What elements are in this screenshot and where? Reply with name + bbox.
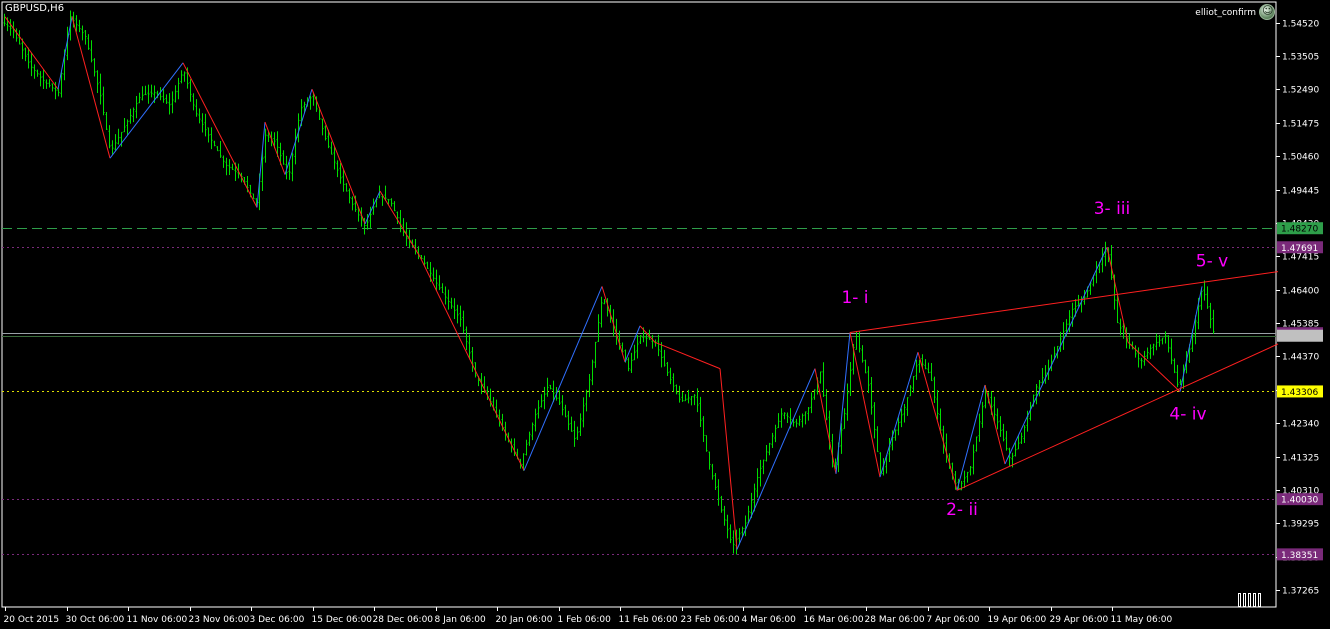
x-axis-tick-label: 4 Mar 06:00 <box>742 615 797 625</box>
zigzag-segment <box>419 256 525 471</box>
zigzag-segment <box>1004 247 1108 465</box>
zigzag-segment <box>364 190 381 225</box>
expert-advisor-smiley-icon[interactable] <box>1259 4 1275 20</box>
x-axis-tick-label: 8 Jan 06:00 <box>435 615 487 625</box>
zigzag-segment <box>879 352 919 478</box>
y-axis-tick-label: 1.37265 <box>1282 587 1319 597</box>
zigzag-segment <box>379 190 421 258</box>
y-axis-tick-label: 1.44370 <box>1282 353 1319 363</box>
chart-symbol-title: GBPUSD,H6 <box>5 3 65 14</box>
x-axis-tick-label: 20 Oct 2015 <box>4 615 60 625</box>
zigzag-segment <box>71 16 111 159</box>
scroll-handle-icon[interactable] <box>1253 593 1256 607</box>
zigzag-segment <box>849 332 881 478</box>
scroll-handle-icon[interactable] <box>1248 593 1251 607</box>
y-axis-tick-label: 1.47415 <box>1282 253 1319 263</box>
x-axis-tick-label: 3 Dec 06:00 <box>250 615 305 625</box>
y-axis-tick-label: 1.41325 <box>1282 454 1319 464</box>
level-price-tag-label: 1.43306 <box>1281 388 1318 398</box>
zigzag-segment <box>719 368 738 550</box>
y-axis-tick-label: 1.49445 <box>1282 187 1319 197</box>
zigzag-segment <box>284 88 313 175</box>
scroll-handle-icon[interactable] <box>1258 593 1261 607</box>
zigzag-segment <box>736 368 816 550</box>
zigzag-segment <box>1179 286 1203 392</box>
zigzag-segment <box>639 325 656 343</box>
zigzag-segment <box>182 62 258 208</box>
x-axis-tick-label: 11 May 06:00 <box>1111 615 1173 625</box>
x-axis-tick-label: 23 Nov 06:00 <box>189 615 250 625</box>
y-axis-tick-label: 1.39295 <box>1282 520 1319 530</box>
scroll-handle-icon[interactable] <box>1238 593 1241 607</box>
y-axis-tick-label: 1.54520 <box>1282 20 1319 30</box>
zigzag-segment <box>523 286 603 471</box>
x-axis-tick-label: 15 Dec 06:00 <box>312 615 373 625</box>
zigzag-segment <box>264 121 286 175</box>
elliott-wave-label: 1- i <box>841 288 868 308</box>
x-axis-tick-label: 29 Apr 06:00 <box>1050 615 1109 625</box>
level-price-tag-label: 1.40030 <box>1281 496 1318 506</box>
zigzag-segment <box>256 121 266 208</box>
elliott-wave-label: 3- iii <box>1094 199 1131 219</box>
x-axis-tick-label: 16 Mar 06:00 <box>804 615 864 625</box>
scroll-handle-icon[interactable] <box>1243 593 1246 607</box>
x-axis-tick-label: 28 Mar 06:00 <box>865 615 925 625</box>
x-axis-tick-label: 30 Oct 06:00 <box>66 615 125 625</box>
elliott-wave-label: 4- iv <box>1169 405 1206 425</box>
price-chart[interactable]: 1- i 2- ii 3- iii 4- iv 5- v 1.54520 1.53505 1.… <box>0 0 1330 629</box>
x-axis-tick-label: 20 Jan 06:00 <box>496 615 553 625</box>
zigzag-segment <box>814 368 837 474</box>
level-price-tag-label: 1.47691 <box>1281 244 1318 254</box>
y-axis-tick-label: 1.42340 <box>1282 420 1319 430</box>
x-axis-tick-label: 11 Feb 06:00 <box>619 615 678 625</box>
x-axis-tick-label: 28 Dec 06:00 <box>373 615 434 625</box>
zigzag-segment <box>917 352 958 491</box>
zigzag-segment <box>4 16 59 90</box>
elliott-wave-label: 5- v <box>1196 252 1228 272</box>
x-axis-tick-label: 7 Apr 06:00 <box>927 615 980 625</box>
y-axis-tick-label: 1.50460 <box>1282 153 1319 163</box>
elliott-wave-label: 2- ii <box>946 500 978 520</box>
x-axis-tick-label: 23 Feb 06:00 <box>681 615 740 625</box>
x-axis-tick-label: 19 Apr 06:00 <box>988 615 1047 625</box>
y-axis-tick-label: 1.51475 <box>1282 120 1319 130</box>
x-axis-tick-label: 1 Feb 06:00 <box>558 615 612 625</box>
x-axis-tick-label: 11 Nov 06:00 <box>127 615 188 625</box>
level-price-tag[interactable] <box>1277 329 1323 342</box>
y-axis-tick-label: 1.46400 <box>1282 287 1319 297</box>
y-axis-tick-label: 1.52490 <box>1282 86 1319 96</box>
expert-advisor-name: elliot_confirm <box>1195 8 1256 18</box>
zigzag-segment <box>311 88 366 225</box>
level-price-tag-label: 1.38351 <box>1281 551 1318 561</box>
chart-scroll-controls[interactable] <box>1238 592 1278 608</box>
wave-trend-line[interactable] <box>956 343 1279 491</box>
y-axis-tick-label: 1.53505 <box>1282 53 1319 63</box>
level-price-tag-label: 1.48270 <box>1281 225 1318 235</box>
zigzag-segment <box>601 286 626 363</box>
